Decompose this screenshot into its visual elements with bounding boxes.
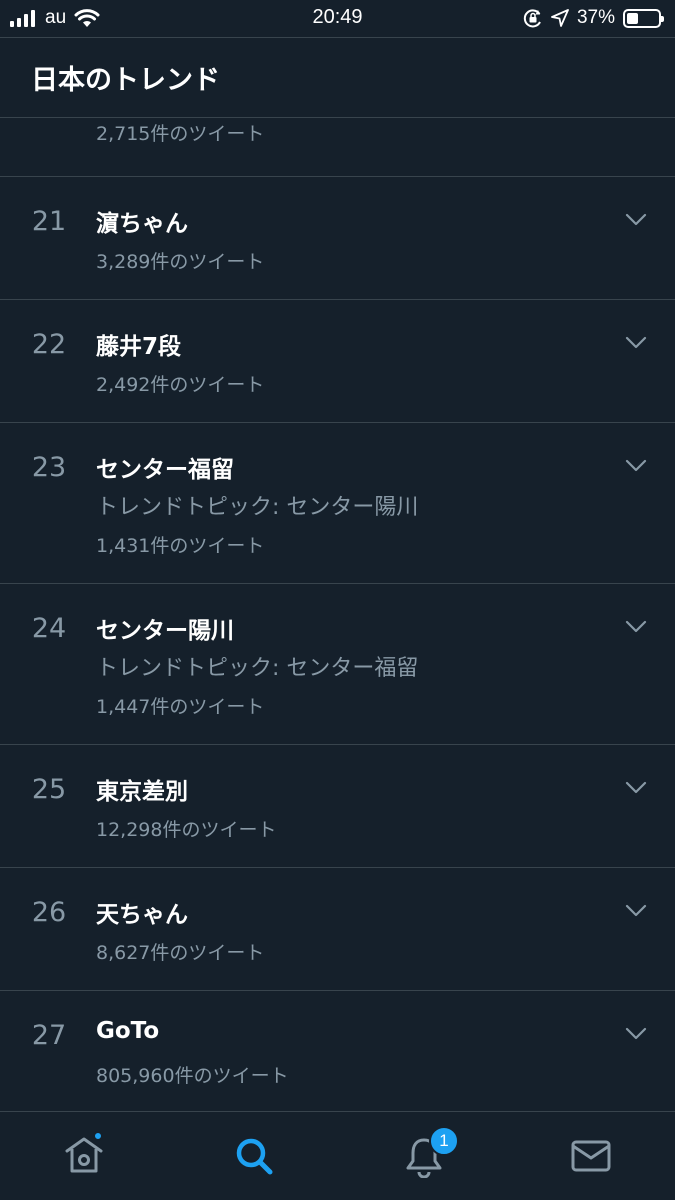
chevron-down-icon[interactable] — [625, 336, 647, 350]
orientation-lock-icon — [523, 9, 541, 28]
tab-messages[interactable] — [569, 1134, 617, 1182]
tab-home[interactable] — [62, 1131, 110, 1182]
trend-rank: 27 — [31, 1020, 67, 1051]
chevron-down-icon[interactable] — [625, 1027, 647, 1041]
notifications-badge: 1 — [429, 1126, 459, 1156]
trend-name: 濵ちゃん — [96, 211, 188, 237]
tweet-count: 2,492件のツイート — [96, 374, 265, 396]
trend-name: センター福留 — [96, 457, 234, 483]
trend-rank: 23 — [31, 452, 67, 483]
status-bar: au 20:49 37% — [0, 0, 675, 37]
tweet-count: 3,289件のツイート — [96, 251, 265, 273]
chevron-down-icon[interactable] — [625, 213, 647, 227]
trend-name: センター陽川 — [96, 618, 234, 644]
tweet-count: 805,960件のツイート — [96, 1065, 289, 1087]
trend-row[interactable]: 21 濵ちゃん 3,289件のツイート — [0, 177, 675, 300]
trends-list[interactable]: 2,715件のツイート 21 濵ちゃん 3,289件のツイート 22 藤井7段 … — [0, 118, 675, 1114]
tweet-count: 2,715件のツイート — [96, 123, 265, 145]
trend-row[interactable]: 22 藤井7段 2,492件のツイート — [0, 300, 675, 423]
trend-topic: トレンドトピック: センター陽川 — [96, 495, 419, 520]
chevron-down-icon[interactable] — [625, 904, 647, 918]
tab-notifications[interactable]: 1 — [402, 1126, 459, 1182]
trend-name: 天ちゃん — [96, 902, 188, 928]
tweet-count: 1,431件のツイート — [96, 535, 265, 557]
trend-rank: 22 — [31, 329, 67, 360]
trend-rank: 24 — [31, 613, 67, 644]
trend-rank: 26 — [31, 897, 67, 928]
mail-icon — [571, 1140, 611, 1172]
battery-level — [627, 12, 638, 24]
battery-icon — [623, 8, 664, 28]
trend-row[interactable]: 25 東京差別 12,298件のツイート — [0, 745, 675, 868]
chevron-down-icon[interactable] — [625, 459, 647, 473]
trend-row[interactable]: 24 センター陽川 トレンドトピック: センター福留 1,447件のツイート — [0, 584, 675, 745]
location-arrow-icon — [551, 9, 569, 27]
trend-row[interactable]: 23 センター福留 トレンドトピック: センター陽川 1,431件のツイート — [0, 423, 675, 584]
new-content-dot — [93, 1131, 103, 1141]
tab-search[interactable] — [232, 1134, 280, 1182]
chevron-down-icon[interactable] — [625, 781, 647, 795]
trend-row[interactable]: 27 GoTo 805,960件のツイート — [0, 991, 675, 1114]
trend-rank: 21 — [31, 206, 67, 237]
tab-bar: 1 — [0, 1111, 675, 1200]
trend-row-partial[interactable]: 2,715件のツイート — [0, 118, 675, 177]
page-header: 日本のトレンド — [0, 37, 675, 118]
trend-topic: トレンドトピック: センター福留 — [96, 656, 419, 681]
trend-name: 東京差別 — [96, 779, 188, 805]
tweet-count: 8,627件のツイート — [96, 942, 265, 964]
trend-name: GoTo — [96, 1018, 160, 1044]
trend-name: 藤井7段 — [96, 334, 182, 360]
search-icon — [236, 1138, 273, 1175]
chevron-down-icon[interactable] — [625, 620, 647, 634]
battery-percent: 37% — [576, 7, 615, 28]
page-title: 日本のトレンド — [31, 65, 220, 96]
tweet-count: 1,447件のツイート — [96, 696, 265, 718]
tweet-count: 12,298件のツイート — [96, 819, 277, 841]
trend-row[interactable]: 26 天ちゃん 8,627件のツイート — [0, 868, 675, 991]
trend-rank: 25 — [31, 774, 67, 805]
